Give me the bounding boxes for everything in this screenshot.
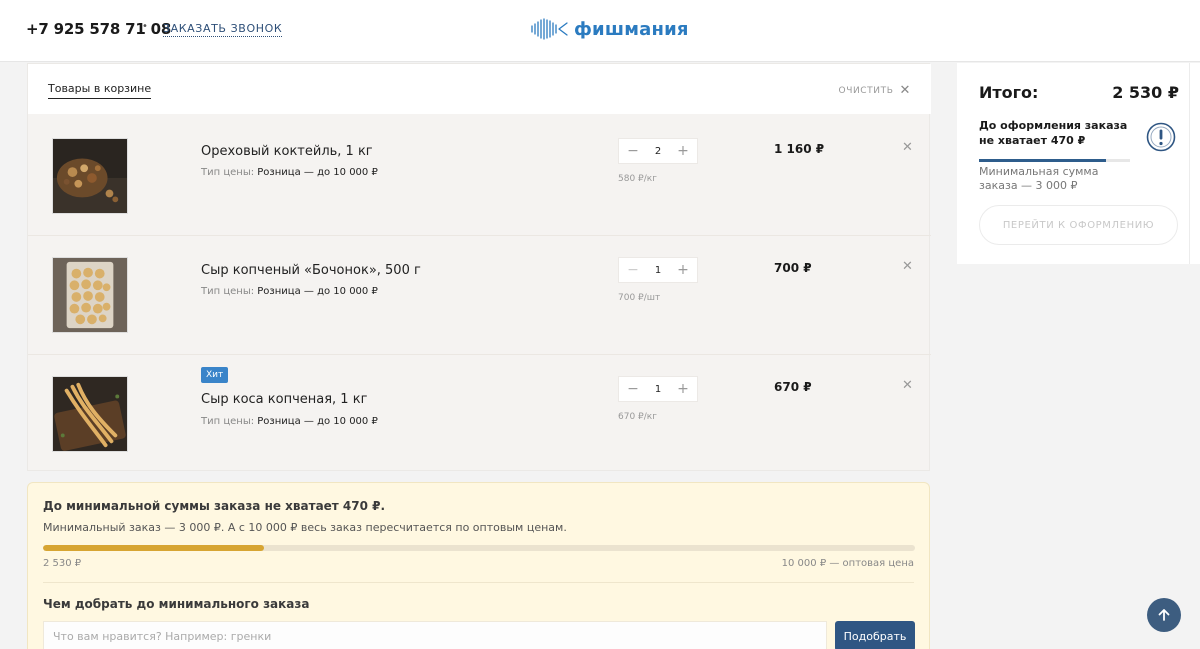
min-sum-text: Минимальная сумма заказа — 3 000 ₽ bbox=[979, 165, 1099, 192]
phone-number[interactable]: +7 925 578 71 08 bbox=[26, 20, 171, 38]
quantity-value[interactable]: 1 bbox=[655, 384, 661, 395]
close-icon[interactable]: ✕ bbox=[902, 378, 913, 393]
logo-text: фишмания bbox=[574, 18, 689, 40]
quantity-stepper: − 1 + bbox=[618, 376, 698, 402]
fish-logo-icon bbox=[531, 18, 568, 40]
min-order-progress-fill bbox=[43, 545, 264, 551]
progress-target: 10 000 ₽ — оптовая цена bbox=[781, 558, 914, 569]
quantity-value[interactable]: 2 bbox=[655, 146, 661, 157]
cart-header: Товары в корзине ОЧИСТИТЬ ✕ bbox=[28, 64, 931, 114]
price-type-value: Розница — до 10 000 ₽ bbox=[257, 286, 378, 297]
row-divider bbox=[28, 354, 931, 355]
close-icon[interactable]: ✕ bbox=[902, 259, 913, 274]
suggest-title: Чем добрать до минимального заказа bbox=[43, 597, 310, 611]
scroll-to-top-button[interactable] bbox=[1147, 598, 1181, 632]
total-label: Итого: bbox=[979, 83, 1039, 102]
row-divider bbox=[28, 235, 931, 236]
arrow-up-icon bbox=[1158, 609, 1170, 621]
plus-icon[interactable]: + bbox=[677, 382, 689, 396]
minus-icon[interactable]: − bbox=[627, 144, 639, 158]
plus-icon[interactable]: + bbox=[677, 144, 689, 158]
cart-item-row: Ореховый коктейль, 1 кг Тип цены: Розниц… bbox=[28, 116, 931, 235]
order-summary: Итого: 2 530 ₽ До оформления заказа не х… bbox=[957, 63, 1189, 264]
section-divider bbox=[43, 582, 914, 583]
total-value: 2 530 ₽ bbox=[1112, 83, 1179, 102]
summary-progress-fill bbox=[979, 159, 1107, 162]
price-type-label: Тип цены: bbox=[201, 167, 255, 178]
summary-progress-bar bbox=[979, 159, 1130, 162]
cheese-balls-image bbox=[53, 258, 127, 332]
product-image-cheese-barrel[interactable] bbox=[52, 257, 128, 333]
missing-amount-warning: До оформления заказа не хватает 470 ₽ bbox=[979, 119, 1128, 147]
item-total: 670 ₽ bbox=[774, 380, 812, 394]
price-type: Тип цены: Розница — до 10 000 ₽ bbox=[201, 286, 378, 297]
phone-dropdown-icon[interactable]: • bbox=[142, 21, 148, 32]
unit-price: 700 ₽/шт bbox=[618, 293, 661, 303]
suggest-button[interactable]: Подобрать bbox=[835, 621, 915, 649]
quantity-stepper: − 2 + bbox=[618, 138, 698, 164]
quantity-value[interactable]: 1 bbox=[655, 265, 661, 276]
cart-tab-title[interactable]: Товары в корзине bbox=[48, 82, 152, 99]
product-image-cheese-braid[interactable] bbox=[52, 376, 128, 452]
product-name[interactable]: Ореховый коктейль, 1 кг bbox=[201, 144, 373, 159]
price-type: Тип цены: Розница — до 10 000 ₽ bbox=[201, 167, 378, 178]
price-type-value: Розница — до 10 000 ₽ bbox=[257, 167, 378, 178]
cart-item-row: Хит Сыр коса копченая, 1 кг Тип цены: Ро… bbox=[28, 354, 931, 473]
product-name[interactable]: Сыр коса копченая, 1 кг bbox=[201, 392, 367, 407]
progress-current: 2 530 ₽ bbox=[43, 558, 82, 569]
min-order-title: До минимальной суммы заказа не хватает 4… bbox=[43, 499, 386, 513]
minus-icon[interactable]: − bbox=[627, 382, 639, 396]
price-type: Тип цены: Розница — до 10 000 ₽ bbox=[201, 416, 378, 427]
cart-panel: Товары в корзине ОЧИСТИТЬ ✕ Ореховый кок… bbox=[27, 63, 931, 473]
cheese-braid-image bbox=[53, 377, 127, 451]
quantity-stepper: − 1 + bbox=[618, 257, 698, 283]
item-total: 700 ₽ bbox=[774, 261, 812, 275]
suggest-search-input[interactable] bbox=[43, 621, 827, 649]
minus-icon[interactable]: − bbox=[627, 263, 639, 277]
min-order-progress-bar bbox=[43, 545, 915, 551]
price-type-label: Тип цены: bbox=[201, 416, 255, 427]
clear-cart-label: ОЧИСТИТЬ bbox=[838, 85, 894, 96]
product-name[interactable]: Сыр копченый «Бочонок», 500 г bbox=[201, 263, 421, 278]
min-order-description: Минимальный заказ — 3 000 ₽. А с 10 000 … bbox=[43, 521, 567, 534]
unit-price: 580 ₽/кг bbox=[618, 174, 657, 184]
checkout-button[interactable]: ПЕРЕЙТИ К ОФОРМЛЕНИЮ bbox=[979, 205, 1178, 245]
price-type-value: Розница — до 10 000 ₽ bbox=[257, 416, 378, 427]
logo[interactable]: фишмания bbox=[530, 16, 689, 42]
item-total: 1 160 ₽ bbox=[774, 142, 825, 156]
close-icon[interactable]: ✕ bbox=[902, 140, 913, 155]
nut-mix-image bbox=[53, 139, 127, 213]
product-image-nut-mix[interactable] bbox=[52, 138, 128, 214]
exclamation-circle-icon[interactable] bbox=[1146, 122, 1176, 152]
hit-badge: Хит bbox=[201, 367, 229, 383]
unit-price: 670 ₽/кг bbox=[618, 412, 657, 422]
site-header: +7 925 578 71 08 • ЗАКАЗАТЬ ЗВОНОК фишма… bbox=[0, 0, 1200, 62]
clear-cart-button[interactable]: ОЧИСТИТЬ ✕ bbox=[839, 83, 911, 98]
min-order-panel: До минимальной суммы заказа не хватает 4… bbox=[27, 482, 930, 649]
price-type-label: Тип цены: bbox=[201, 286, 255, 297]
close-icon: ✕ bbox=[899, 83, 911, 98]
cart-item-row: Сыр копченый «Бочонок», 500 г Тип цены: … bbox=[28, 235, 931, 354]
callback-link[interactable]: ЗАКАЗАТЬ ЗВОНОК bbox=[163, 22, 283, 37]
side-panel-edge bbox=[1189, 63, 1200, 264]
plus-icon[interactable]: + bbox=[677, 263, 689, 277]
